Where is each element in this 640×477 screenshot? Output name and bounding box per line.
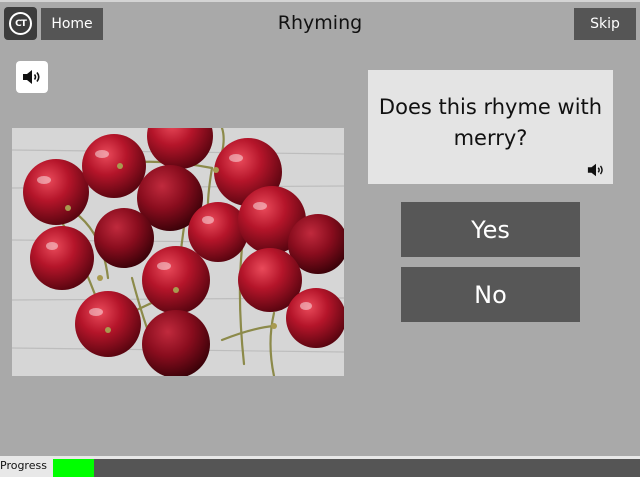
logo-icon: CT: [9, 12, 32, 35]
no-button[interactable]: No: [401, 267, 580, 322]
page-title: Rhyming: [277, 12, 363, 34]
logo-button[interactable]: CT: [4, 7, 37, 40]
progress-fill: [53, 459, 95, 477]
question-text: Does this rhyme with merry?: [378, 95, 603, 150]
yes-button[interactable]: Yes: [401, 202, 580, 257]
skip-button[interactable]: Skip: [574, 8, 636, 40]
speaker-icon: [23, 70, 40, 84]
progress-bar: Progress: [0, 456, 640, 477]
play-word-button[interactable]: [16, 61, 48, 93]
top-divider: [0, 0, 640, 2]
speaker-icon[interactable]: [587, 162, 605, 178]
question-card: Does this rhyme with merry?: [368, 70, 613, 184]
progress-label: Progress: [0, 459, 47, 472]
cherries-image: [12, 128, 344, 376]
home-button[interactable]: Home: [41, 8, 103, 40]
progress-track: [53, 459, 640, 477]
